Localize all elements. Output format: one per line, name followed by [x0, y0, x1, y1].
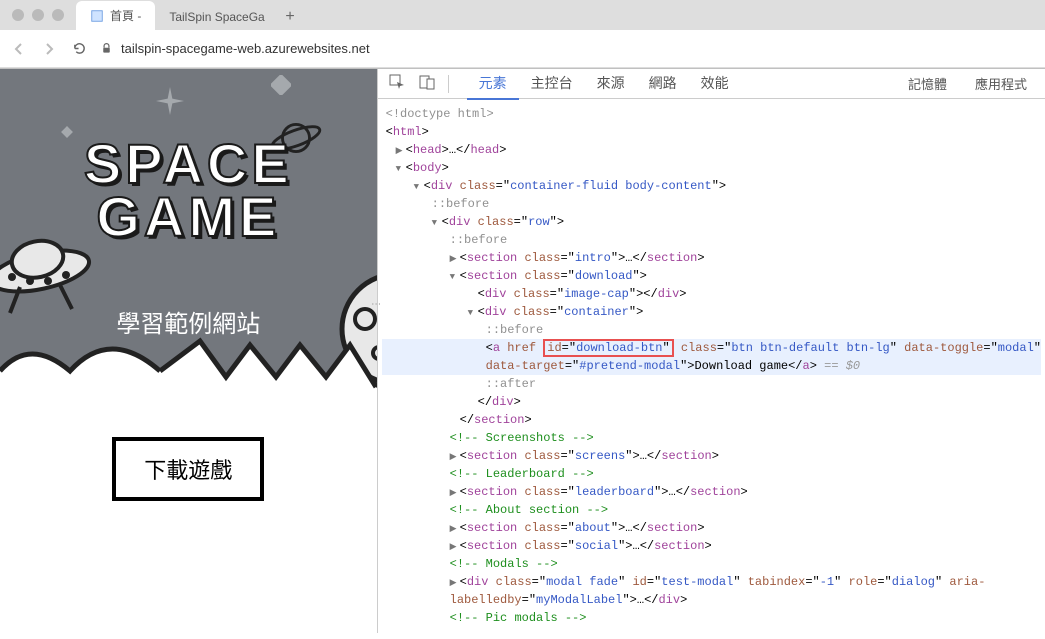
ufo-icon — [0, 225, 100, 325]
device-toolbar-button[interactable] — [414, 71, 440, 96]
back-icon — [11, 41, 27, 57]
browser-tab-active[interactable]: 首頁 - — [76, 1, 155, 30]
tab-performance[interactable]: 效能 — [689, 68, 741, 100]
dom-node[interactable]: <html> — [382, 123, 1041, 141]
lock-icon — [100, 42, 113, 55]
reload-icon — [72, 41, 87, 56]
download-game-button[interactable]: 下載遊戲 — [112, 437, 264, 501]
maximize-window-button[interactable] — [52, 9, 64, 21]
devtools-dock-handle[interactable]: ⋯ — [369, 299, 385, 310]
dom-pseudo: ::after — [382, 375, 1041, 393]
dom-pseudo: ::before — [382, 195, 1041, 213]
dom-node[interactable]: ▶<section class="about">…</section> — [382, 519, 1041, 537]
minimize-window-button[interactable] — [32, 9, 44, 21]
dom-node-selected-cont[interactable]: data-target="#pretend-modal">Download ga… — [382, 357, 1041, 375]
url-text: tailspin-spacegame-web.azurewebsites.net — [121, 41, 370, 56]
dom-pseudo: ::before — [382, 231, 1041, 249]
new-tab-button[interactable]: + — [275, 4, 304, 30]
tab-memory[interactable]: 記憶體 — [896, 69, 959, 98]
forward-icon — [41, 41, 57, 57]
tab-elements[interactable]: 元素 — [467, 68, 519, 100]
dom-comment: <!-- About section --> — [382, 501, 1041, 519]
mountains-icon — [0, 327, 377, 407]
nav-back-button[interactable] — [10, 40, 28, 58]
nav-forward-button[interactable] — [40, 40, 58, 58]
dom-comment: <!-- Pic modals --> — [382, 609, 1041, 627]
inspect-element-button[interactable] — [384, 71, 410, 96]
tab-application[interactable]: 應用程式 — [963, 69, 1039, 98]
browser-chrome: 首頁 - TailSpin SpaceGa × + tailspin-space… — [0, 0, 1045, 69]
dom-node-cont[interactable]: labelledby="myModalLabel">…</div> — [382, 591, 1041, 609]
tab-sources[interactable]: 來源 — [585, 68, 637, 100]
dom-node[interactable]: ▼<body> — [382, 159, 1041, 177]
browser-tabs: 首頁 - TailSpin SpaceGa × + — [76, 0, 305, 30]
favicon-icon — [90, 9, 104, 23]
inspect-icon — [389, 74, 405, 90]
diamond-icon — [60, 125, 74, 139]
tab-title: TailSpin SpaceGa — [169, 10, 264, 24]
dom-node[interactable]: ▼<div class="container-fluid body-conten… — [382, 177, 1041, 195]
dom-doctype: <!doctype html> — [382, 105, 1041, 123]
dom-node[interactable]: ▶<div class="modal fade" id="test-modal"… — [382, 573, 1041, 591]
tab-console[interactable]: 主控台 — [519, 68, 585, 100]
window-controls — [12, 9, 64, 21]
browser-tab-inactive[interactable]: TailSpin SpaceGa × — [155, 3, 275, 30]
dom-pseudo: ::before — [382, 321, 1041, 339]
hero-section: SPACEGAME 學習範例網站 — [0, 69, 377, 407]
dom-node[interactable]: ▼<div class="container"> — [382, 303, 1041, 321]
dom-comment: <!-- Leaderboard --> — [382, 465, 1041, 483]
download-section: 下載遊戲 — [0, 407, 377, 531]
dom-node[interactable]: <div class="image-cap"></div> — [382, 285, 1041, 303]
dom-node[interactable]: </section> — [382, 411, 1041, 429]
page-title: SPACEGAME — [84, 137, 293, 243]
devtools-tabs: 元素 主控台 來源 網路 效能 — [467, 68, 741, 100]
tab-title: 首頁 - — [110, 7, 141, 24]
dom-node[interactable]: ▶<section class="intro">…</section> — [382, 249, 1041, 267]
dom-node[interactable]: ▶<head>…</head> — [382, 141, 1041, 159]
sparkle-icon — [156, 87, 184, 115]
devtools-panel: 元素 主控台 來源 網路 效能 記憶體 應用程式 <!doctype html>… — [377, 69, 1045, 633]
device-icon — [419, 74, 435, 90]
dom-node[interactable]: ▶<section class="social">…</section> — [382, 537, 1041, 555]
dom-comment: <!-- Modals --> — [382, 555, 1041, 573]
titlebar: 首頁 - TailSpin SpaceGa × + — [0, 0, 1045, 30]
nav-reload-button[interactable] — [70, 40, 88, 58]
content-area: SPACEGAME 學習範例網站 — [0, 69, 1045, 547]
dom-node[interactable]: ▶<section class="screens">…</section> — [382, 447, 1041, 465]
close-window-button[interactable] — [12, 9, 24, 21]
title-line-2: GAME — [96, 185, 280, 248]
dom-node[interactable]: ▼<div class="row"> — [382, 213, 1041, 231]
diamond-icon — [271, 75, 291, 95]
dom-comment: <!-- Screenshots --> — [382, 429, 1041, 447]
tab-network[interactable]: 網路 — [637, 68, 689, 100]
dom-node-selected[interactable]: <a href id="download-btn" class="btn btn… — [382, 339, 1041, 357]
elements-tree[interactable]: <!doctype html> <html> ▶<head>…</head> ▼… — [378, 99, 1045, 633]
dom-node[interactable]: ▶<section class="leaderboard">…</section… — [382, 483, 1041, 501]
url-field[interactable]: tailspin-spacegame-web.azurewebsites.net — [100, 41, 1035, 56]
devtools-toolbar: 元素 主控台 來源 網路 效能 記憶體 應用程式 — [378, 69, 1045, 99]
dom-node[interactable]: </div> — [382, 393, 1041, 411]
address-bar: tailspin-spacegame-web.azurewebsites.net — [0, 30, 1045, 68]
dom-node[interactable]: ▼<section class="download"> — [382, 267, 1041, 285]
rendered-page: SPACEGAME 學習範例網站 — [0, 69, 377, 547]
